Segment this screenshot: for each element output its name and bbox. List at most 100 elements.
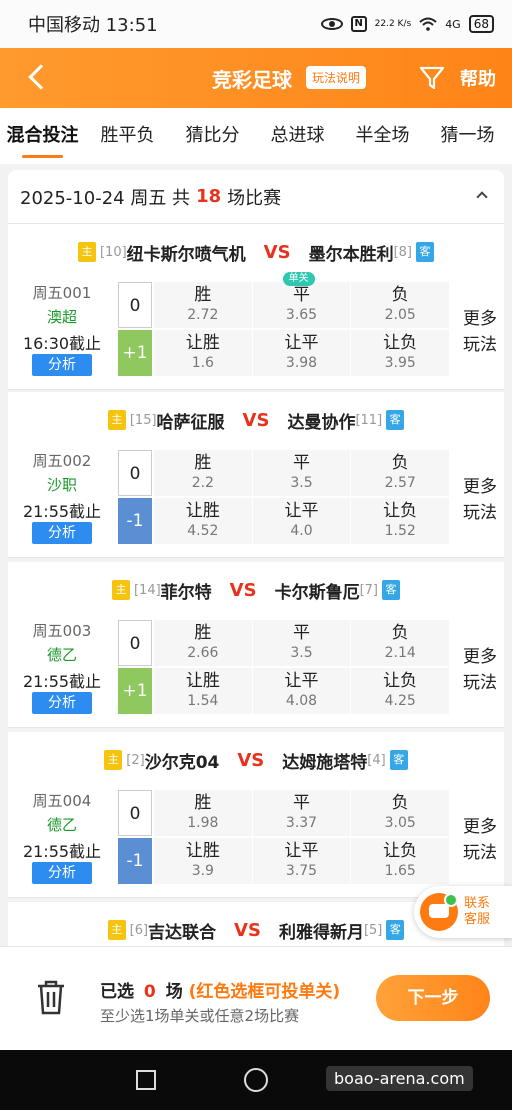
customer-service-button[interactable]: 联系 客服 bbox=[414, 886, 512, 938]
odds-draw[interactable]: 平 3.5 bbox=[252, 450, 351, 496]
odds-value: 1.52 bbox=[384, 523, 416, 539]
odds-handicap-lose[interactable]: 让负 3.95 bbox=[351, 330, 450, 376]
odds-draw[interactable]: 单关平 3.65 bbox=[252, 272, 351, 328]
tab-half-full[interactable]: 半全场 bbox=[340, 108, 425, 164]
handicap-value: +1 bbox=[118, 330, 152, 376]
away-team: 达曼协作 bbox=[287, 412, 356, 433]
handicap-zero: 0 bbox=[118, 450, 152, 496]
more-plays-button[interactable]: 更多 玩法 bbox=[456, 306, 504, 358]
next-step-button[interactable]: 下一步 bbox=[376, 975, 490, 1021]
network-speed: 22.2 K/s bbox=[374, 19, 412, 29]
handicap-zero: 0 bbox=[118, 282, 152, 328]
odds-handicap-win[interactable]: 让胜 3.9 bbox=[154, 838, 252, 884]
odds-label: 让胜 bbox=[185, 841, 220, 861]
odds-win[interactable]: 胜 2.72 bbox=[154, 282, 252, 328]
odds-value: 1.6 bbox=[191, 355, 214, 371]
handicap-odds-row: 让胜 4.52 让平 4.0 让负 1.52 bbox=[154, 498, 450, 544]
odds-draw[interactable]: 平 3.37 bbox=[252, 790, 351, 836]
match-info: 周五003 德乙 21:55截止 分析 bbox=[14, 620, 110, 714]
analyze-button[interactable]: 分析 bbox=[32, 354, 92, 376]
odds-lose[interactable]: 负 2.05 bbox=[351, 282, 450, 328]
tab-single-match[interactable]: 猜一场 bbox=[425, 108, 510, 164]
odds-lose[interactable]: 负 2.14 bbox=[351, 620, 450, 666]
home-team: 纽卡斯尔喷气机 bbox=[126, 244, 246, 265]
recents-icon[interactable] bbox=[136, 1070, 156, 1090]
odds-handicap-lose[interactable]: 让负 1.65 bbox=[351, 838, 450, 884]
match-teams: 主 [15] 哈萨征服 VS 达曼协作 [11] 客 bbox=[8, 392, 504, 448]
tab-win-draw-lose[interactable]: 胜平负 bbox=[85, 108, 170, 164]
away-rank: [5] bbox=[363, 922, 383, 938]
date-header[interactable]: 2025-10-24 周五 共 18 场比赛 bbox=[8, 170, 504, 224]
cs-line2: 客服 bbox=[464, 912, 491, 927]
home-badge: 主 bbox=[111, 580, 130, 600]
single-badge: 单关 bbox=[282, 272, 315, 286]
eye-icon bbox=[320, 18, 343, 30]
odds-value: 2.2 bbox=[191, 475, 214, 491]
odds-handicap-draw[interactable]: 让平 3.98 bbox=[252, 330, 351, 376]
odds-win[interactable]: 胜 2.2 bbox=[154, 450, 252, 496]
trash-icon[interactable] bbox=[34, 977, 68, 1017]
match-list: 2025-10-24 周五 共 18 场比赛 主 [10] 纽卡斯尔喷气机 VS… bbox=[8, 170, 504, 946]
vs-label: VS bbox=[237, 749, 265, 771]
odds-label: 胜 bbox=[194, 285, 212, 305]
odds-handicap-lose[interactable]: 让负 4.25 bbox=[351, 668, 450, 714]
odds-label: 胜 bbox=[194, 793, 212, 813]
home-badge: 主 bbox=[77, 242, 96, 262]
analyze-button[interactable]: 分析 bbox=[32, 692, 92, 714]
filter-icon[interactable] bbox=[418, 64, 446, 92]
odds-value: 3.5 bbox=[290, 645, 313, 661]
odds-handicap-win[interactable]: 让胜 1.6 bbox=[154, 330, 252, 376]
odds-lose[interactable]: 负 3.05 bbox=[351, 790, 450, 836]
odds-label: 让平 bbox=[284, 841, 319, 861]
home-badge: 主 bbox=[107, 920, 126, 940]
odds-value: 3.75 bbox=[285, 863, 318, 879]
odds-win[interactable]: 胜 1.98 bbox=[154, 790, 252, 836]
back-icon[interactable] bbox=[28, 64, 54, 90]
home-rank: [6] bbox=[129, 922, 149, 938]
more-plays-button[interactable]: 更多 玩法 bbox=[456, 474, 504, 526]
app-bar: 竞彩足球 玩法说明 帮助 bbox=[0, 48, 512, 108]
match-code: 周五003 bbox=[32, 622, 92, 640]
odds-label: 让胜 bbox=[185, 671, 220, 691]
odds-value: 4.0 bbox=[290, 523, 313, 539]
home-icon[interactable] bbox=[244, 1068, 268, 1092]
match-info: 周五002 沙职 21:55截止 分析 bbox=[14, 450, 110, 544]
tab-correct-score[interactable]: 猜比分 bbox=[170, 108, 255, 164]
away-badge: 客 bbox=[386, 410, 405, 430]
odds-handicap-draw[interactable]: 让平 4.0 bbox=[252, 498, 351, 544]
odds-handicap-draw[interactable]: 让平 4.08 bbox=[252, 668, 351, 714]
odds-handicap-draw[interactable]: 让平 3.75 bbox=[252, 838, 351, 884]
more-plays-button[interactable]: 更多 玩法 bbox=[456, 644, 504, 696]
handicap-zero: 0 bbox=[118, 790, 152, 836]
odds-label: 负 bbox=[391, 623, 409, 643]
selected-prefix: 已选 bbox=[100, 982, 134, 1002]
home-rank: [15] bbox=[129, 412, 157, 428]
home-team: 菲尔特 bbox=[160, 582, 212, 603]
away-team: 达姆施塔特 bbox=[282, 752, 368, 773]
rules-button[interactable]: 玩法说明 bbox=[306, 66, 367, 89]
more-line1: 更多 bbox=[463, 309, 497, 329]
odds-draw[interactable]: 平 3.5 bbox=[252, 620, 351, 666]
tab-total-goals[interactable]: 总进球 bbox=[255, 108, 340, 164]
selected-count: 0 bbox=[143, 982, 156, 1002]
odds-label: 让平 bbox=[284, 333, 319, 353]
odds-handicap-win[interactable]: 让胜 1.54 bbox=[154, 668, 252, 714]
more-plays-button[interactable]: 更多 玩法 bbox=[456, 814, 504, 866]
help-button[interactable]: 帮助 bbox=[460, 65, 496, 91]
odds-row: 胜 2.2 平 3.5 负 2.57 bbox=[154, 450, 450, 496]
odds-handicap-lose[interactable]: 让负 1.52 bbox=[351, 498, 450, 544]
away-badge: 客 bbox=[389, 750, 408, 770]
tab-mixed[interactable]: 混合投注 bbox=[0, 108, 85, 164]
chevron-up-icon[interactable] bbox=[476, 191, 488, 203]
odds-label: 平 bbox=[293, 623, 310, 643]
analyze-button[interactable]: 分析 bbox=[32, 862, 92, 884]
odds-value: 2.05 bbox=[384, 307, 416, 323]
odds-value: 2.57 bbox=[384, 475, 416, 491]
odds-lose[interactable]: 负 2.57 bbox=[351, 450, 450, 496]
odds-win[interactable]: 胜 2.66 bbox=[154, 620, 252, 666]
match-teams: 主 [14] 菲尔特 VS 卡尔斯鲁厄 [7] 客 bbox=[8, 562, 504, 618]
odds-handicap-win[interactable]: 让胜 4.52 bbox=[154, 498, 252, 544]
league-name: 德乙 bbox=[46, 646, 77, 664]
match-card: 主 [10] 纽卡斯尔喷气机 VS 墨尔本胜利 [8] 客 周五001 澳超 1… bbox=[8, 224, 504, 390]
analyze-button[interactable]: 分析 bbox=[32, 522, 92, 544]
